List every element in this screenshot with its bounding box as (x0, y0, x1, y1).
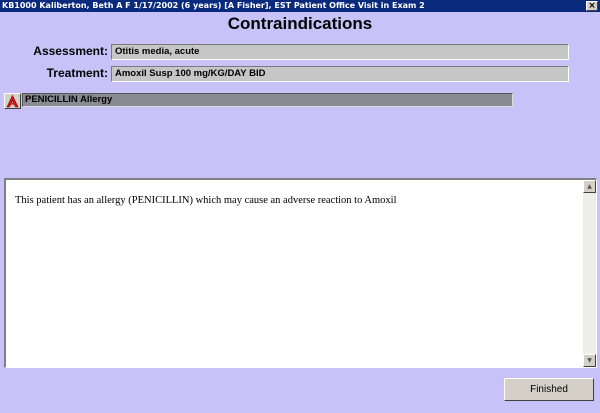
contraindication-message-box[interactable]: This patient has an allergy (PENICILLIN)… (4, 178, 597, 368)
page-title: Contraindications (227, 14, 373, 33)
treatment-field: Amoxil Susp 100 mg/KG/DAY BID (111, 66, 569, 82)
scroll-up-button[interactable]: ▲ (583, 180, 596, 193)
scroll-down-button[interactable]: ▼ (583, 354, 596, 367)
close-button[interactable]: × (586, 1, 598, 11)
contraindication-message: This patient has an allergy (PENICILLIN)… (15, 195, 397, 206)
window-title: KB1000 Kaliberton, Beth A F 1/17/2002 (6… (2, 1, 425, 10)
assessment-field: Otitis media, acute (111, 44, 569, 60)
window-title-bar: KB1000 Kaliberton, Beth A F 1/17/2002 (6… (0, 0, 600, 12)
assessment-label: Assessment: (33, 44, 108, 58)
vertical-scrollbar[interactable]: ▲ ▼ (583, 180, 596, 367)
allergy-alert-bar[interactable]: PENICILLIN Allergy (22, 93, 513, 107)
treatment-label: Treatment: (46, 66, 108, 80)
allergy-alert-icon[interactable] (4, 93, 21, 109)
finished-button[interactable]: Finished (504, 378, 594, 401)
